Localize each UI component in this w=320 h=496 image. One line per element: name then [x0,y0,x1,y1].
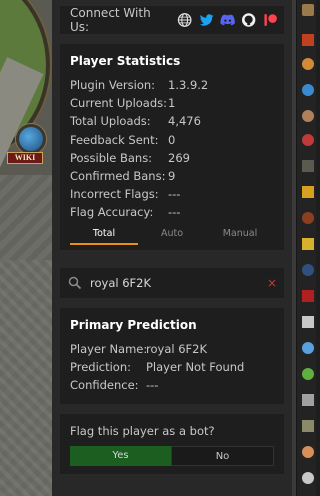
stat-value: 4,476 [168,114,201,129]
stat-label: Possible Bans: [70,150,153,165]
flag-yes-button[interactable]: Yes [70,446,171,466]
stat-label: Incorrect Flags: [70,187,159,202]
clear-search-icon[interactable]: × [260,276,284,290]
stat-row-feedback-sent: Feedback Sent: 0 [70,131,274,149]
connect-label: Connect With Us: [70,6,151,34]
primary-prediction-card: Primary Prediction Player Name: royal 6F… [60,308,284,404]
prediction-title: Primary Prediction [70,318,197,332]
tab-total[interactable]: Total [70,225,138,245]
xp-icon[interactable] [302,264,314,276]
stat-label: Plugin Version: [70,78,156,92]
stat-value: --- [168,205,181,220]
combat-icon[interactable] [302,134,314,146]
flag-buttons: Yes No [70,446,274,466]
wrench-icon[interactable] [302,4,314,16]
sword-icon[interactable] [302,420,314,432]
farming-icon[interactable] [302,368,314,380]
stat-row-incorrect-flags: Incorrect Flags: --- [70,185,274,203]
stat-value: 1 [168,96,176,111]
stat-row-plugin-version: Plugin Version: 1.3.9.2 [70,76,274,94]
world-map-orb-icon[interactable] [16,124,46,154]
player-search-bar[interactable]: royal 6F2K × [60,268,284,298]
tab-manual[interactable]: Manual [206,225,274,245]
connect-bar: Connect With Us: [60,6,284,34]
stat-value: --- [168,187,181,202]
stat-value: 9 [168,168,176,183]
stats-tabs: Total Auto Manual [70,225,274,245]
github-icon[interactable] [241,12,256,28]
stat-value: 1.3.9.2 [168,78,209,92]
info-icon[interactable] [302,472,314,484]
patreon-icon[interactable] [263,12,278,28]
stat-label: Feedback Sent: [70,132,159,147]
hiscore-icon[interactable] [302,394,314,406]
compass-icon[interactable] [302,110,314,122]
trophy-icon[interactable] [302,186,314,198]
scroll-icon[interactable] [302,316,314,328]
inventory-icon[interactable] [302,160,314,172]
game-terrain [0,260,52,496]
stat-value: 0 [168,132,176,147]
prediction-row-prediction: Prediction: Player Not Found [70,358,274,376]
wiki-button[interactable]: WIKI [7,152,43,164]
boots-icon[interactable] [302,58,314,70]
stat-label: Total Uploads: [70,114,151,129]
stat-label: Current Uploads: [70,96,168,111]
stat-row-confirmed-bans: Confirmed Bans: 9 [70,167,274,185]
prediction-row-player-name: Player Name: royal 6F2K [70,340,274,358]
stat-row-flag-accuracy: Flag Accuracy: --- [70,203,274,221]
search-icon [68,276,82,290]
stat-row-total-uploads: Total Uploads: 4,476 [70,112,274,130]
stat-label: Flag Accuracy: [70,205,154,220]
bag-icon[interactable] [302,212,314,224]
prediction-label: Player Name: [70,342,148,356]
twitter-icon[interactable] [199,12,214,28]
discord-icon[interactable] [220,12,235,28]
stat-row-possible-bans: Possible Bans: 269 [70,149,274,167]
flag-question: Flag this player as a bot? [70,424,215,438]
prediction-value: --- [146,378,159,393]
tab-auto[interactable]: Auto [138,225,206,245]
stat-value: 269 [168,150,190,165]
notes-icon[interactable] [302,34,314,46]
flag-player-card: Flag this player as a bot? Yes No [60,414,284,474]
stats-title: Player Statistics [70,54,181,68]
player-icon[interactable] [302,446,314,458]
screenshot-icon[interactable] [302,238,314,250]
prediction-row-confidence: Confidence: --- [70,376,274,394]
web-globe-icon[interactable] [177,12,192,28]
flag-no-button[interactable]: No [171,446,274,466]
world-icon[interactable] [302,84,314,96]
game-viewport[interactable]: WIKI [0,0,52,496]
player-statistics-card: Player Statistics Plugin Version: 1.3.9.… [60,44,284,250]
prediction-value: royal 6F2K [146,342,208,356]
prediction-label: Prediction: [70,360,132,375]
stat-label: Confirmed Bans: [70,168,166,183]
plugin-toolbar [296,0,316,496]
stat-row-current-uploads: Current Uploads: 1 [70,94,274,112]
calendar-icon[interactable] [302,290,314,302]
magic-icon[interactable] [302,342,314,354]
prediction-label: Confidence: [70,378,139,393]
bot-detector-panel: Connect With Us: Player Statistics Plugi… [52,0,292,496]
prediction-value: Player Not Found [146,360,245,375]
search-input[interactable]: royal 6F2K [90,276,260,290]
